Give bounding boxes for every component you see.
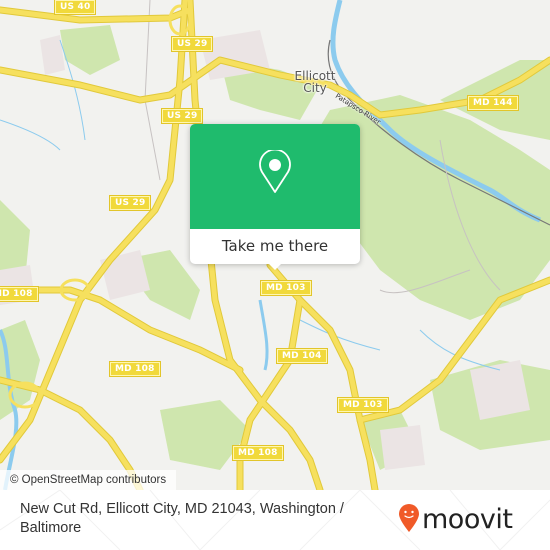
road-shield-us40: US 40 <box>53 0 97 15</box>
map-view[interactable]: US 40 US 29 US 29 US 29 MD 144 MD 108 MD… <box>0 0 550 490</box>
place-label-ellicott-city: Ellicott City <box>285 70 345 94</box>
take-me-there-button[interactable]: Take me there <box>190 229 360 264</box>
road-shield-md104: MD 104 <box>276 348 328 364</box>
address-text: New Cut Rd, Ellicott City, MD 21043, Was… <box>20 501 344 536</box>
road-shield-md108: MD 108 <box>0 286 39 302</box>
moovit-wordmark: moovit <box>422 504 513 535</box>
footer: New Cut Rd, Ellicott City, MD 21043, Was… <box>0 490 550 550</box>
place-label-line: City <box>303 81 327 95</box>
road-shield-md103: MD 103 <box>260 280 312 296</box>
road-shield-us29: US 29 <box>108 195 152 211</box>
map-attribution[interactable]: © OpenStreetMap contributors <box>0 470 177 490</box>
moovit-pin-icon <box>398 503 420 537</box>
page: US 40 US 29 US 29 US 29 MD 144 MD 108 MD… <box>0 0 550 550</box>
moovit-logo[interactable]: moovit <box>398 502 513 538</box>
location-popup: Take me there <box>190 124 360 270</box>
popup-pointer <box>267 262 283 270</box>
road-shield-md144: MD 144 <box>467 95 519 111</box>
popup-header <box>190 124 360 229</box>
road-shield-md103: MD 103 <box>337 397 389 413</box>
road-shield-md108: MD 108 <box>232 445 284 461</box>
road-shield-us29: US 29 <box>170 36 214 52</box>
road-shield-us29: US 29 <box>160 108 204 124</box>
road-shield-md108: MD 108 <box>109 361 161 377</box>
